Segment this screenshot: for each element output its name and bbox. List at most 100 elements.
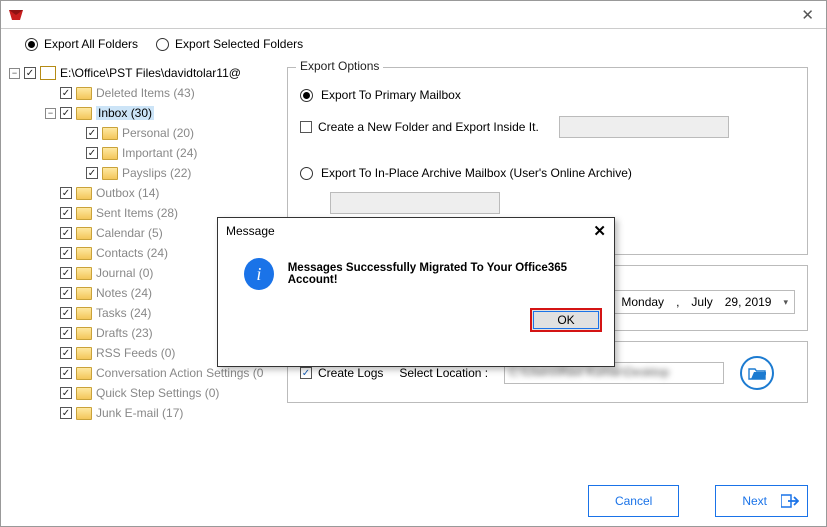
dialog-close-icon[interactable]: ✕ [593, 222, 606, 240]
export-options-title: Export Options [296, 59, 383, 73]
checkbox[interactable] [60, 87, 72, 99]
export-inplace-label: Export To In-Place Archive Mailbox (User… [321, 166, 632, 180]
checkbox[interactable] [60, 327, 72, 339]
create-logs-checkbox[interactable]: Create Logs [300, 366, 383, 380]
date-day: 29, 2019 [725, 295, 772, 309]
folder-icon [76, 327, 92, 340]
collapse-icon[interactable]: − [45, 108, 56, 119]
ok-label: OK [557, 313, 574, 327]
export-primary-radio[interactable]: Export To Primary Mailbox [300, 88, 795, 102]
tree-root[interactable]: − E:\Office\PST Files\davidtolar11@ [5, 63, 279, 83]
checkbox[interactable] [60, 207, 72, 219]
folder-icon [76, 287, 92, 300]
checkbox-icon [300, 367, 312, 379]
create-new-folder-checkbox[interactable]: Create a New Folder and Export Inside It… [300, 120, 539, 134]
tree-item[interactable]: Outbox (14) [5, 183, 279, 203]
toggle-spacer [45, 348, 56, 359]
folder-icon [76, 367, 92, 380]
date-picker[interactable]: Monday , July 29, 2019 ▾ [614, 290, 795, 314]
checkbox[interactable] [60, 107, 72, 119]
toggle-spacer [45, 228, 56, 239]
new-folder-name-input[interactable] [559, 116, 729, 138]
checkbox[interactable] [60, 347, 72, 359]
toggle-spacer [71, 148, 82, 159]
cancel-label: Cancel [615, 494, 652, 508]
toggle-spacer [45, 188, 56, 199]
folder-icon [76, 247, 92, 260]
tree-item[interactable]: Important (24) [5, 143, 279, 163]
checkbox[interactable] [60, 267, 72, 279]
date-month: July [691, 295, 712, 309]
radio-dot-icon [25, 38, 38, 51]
scope-toolbar: Export All Folders Export Selected Folde… [1, 29, 826, 59]
folder-icon [102, 147, 118, 160]
tree-item-label: Deleted Items (43) [96, 86, 195, 100]
folder-icon [76, 387, 92, 400]
dialog-titlebar: Message ✕ [218, 218, 614, 244]
toggle-spacer [71, 128, 82, 139]
folder-icon [102, 167, 118, 180]
tree-item[interactable]: Payslips (22) [5, 163, 279, 183]
tree-item[interactable]: − Inbox (30) [5, 103, 279, 123]
footer: Cancel Next [1, 476, 826, 526]
tree-item-label: Conversation Action Settings (0 [96, 366, 263, 380]
checkbox[interactable] [24, 67, 36, 79]
checkbox[interactable] [60, 247, 72, 259]
tree-item-label: Contacts (24) [96, 246, 168, 260]
checkbox[interactable] [60, 407, 72, 419]
checkbox[interactable] [86, 127, 98, 139]
checkbox[interactable] [60, 387, 72, 399]
export-inplace-radio[interactable]: Export To In-Place Archive Mailbox (User… [300, 166, 795, 180]
create-new-folder-row: Create a New Folder and Export Inside It… [300, 116, 795, 138]
tree-item-label: Inbox (30) [96, 106, 154, 120]
folder-icon [76, 87, 92, 100]
next-button[interactable]: Next [715, 485, 808, 517]
checkbox[interactable] [86, 167, 98, 179]
checkbox[interactable] [60, 227, 72, 239]
checkbox[interactable] [60, 367, 72, 379]
tree-item[interactable]: Quick Step Settings (0) [5, 383, 279, 403]
checkbox[interactable] [60, 287, 72, 299]
pst-store-icon [40, 66, 56, 80]
folder-icon [76, 347, 92, 360]
toggle-spacer [45, 268, 56, 279]
tree-item[interactable]: Junk E-mail (17) [5, 403, 279, 423]
message-dialog: Message ✕ i Messages Successfully Migrat… [217, 217, 615, 367]
tree-item-label: Notes (24) [96, 286, 152, 300]
export-all-radio[interactable]: Export All Folders [25, 37, 138, 51]
tree-root-label: E:\Office\PST Files\davidtolar11@ [60, 66, 241, 80]
tree-item-label: Drafts (23) [96, 326, 153, 340]
toggle-spacer [45, 328, 56, 339]
tree-item-label: Calendar (5) [96, 226, 163, 240]
tree-item[interactable]: Deleted Items (43) [5, 83, 279, 103]
collapse-icon[interactable]: − [9, 68, 20, 79]
window-close-icon[interactable]: ✕ [795, 4, 820, 26]
browse-folder-button[interactable] [740, 356, 774, 390]
toggle-spacer [45, 248, 56, 259]
tree-item-label: Outbox (14) [96, 186, 159, 200]
folder-open-icon [748, 366, 766, 380]
checkbox[interactable] [60, 307, 72, 319]
dialog-title: Message [226, 224, 275, 238]
inplace-folder-input[interactable] [330, 192, 500, 214]
main-window: ✕ Export All Folders Export Selected Fol… [0, 0, 827, 527]
checkbox[interactable] [60, 187, 72, 199]
toggle-spacer [45, 308, 56, 319]
export-primary-label: Export To Primary Mailbox [321, 88, 461, 102]
toggle-spacer [45, 88, 56, 99]
folder-icon [76, 107, 92, 120]
chevron-down-icon: ▾ [783, 297, 788, 308]
tree-item[interactable]: Personal (20) [5, 123, 279, 143]
toggle-spacer [71, 168, 82, 179]
tree-item-label: Sent Items (28) [96, 206, 178, 220]
export-selected-radio[interactable]: Export Selected Folders [156, 37, 303, 51]
info-icon: i [244, 258, 274, 290]
dialog-message: Messages Successfully Migrated To Your O… [288, 262, 596, 286]
folder-icon [102, 127, 118, 140]
checkbox[interactable] [86, 147, 98, 159]
app-icon [7, 6, 25, 24]
folder-icon [76, 307, 92, 320]
ok-button[interactable]: OK [530, 308, 602, 332]
cancel-button[interactable]: Cancel [588, 485, 679, 517]
select-location-label: Select Location : [399, 366, 488, 380]
